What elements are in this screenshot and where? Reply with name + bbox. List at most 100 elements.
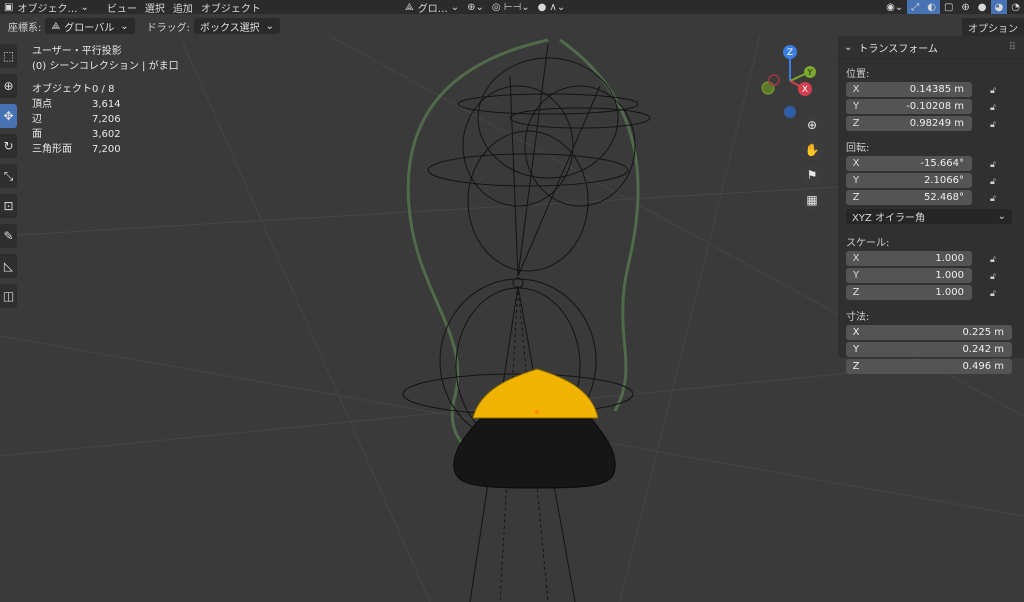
chevron-down-icon: ⌄ [844,41,853,53]
axis-label: Y [852,270,860,281]
lock-icon[interactable]: 🔓︎ [990,86,1000,96]
grid-ortho-icon[interactable]: ▦ [801,189,823,211]
axis-label: X [852,327,860,338]
orientation-gizmo[interactable]: Z Y X [752,44,822,124]
stat-key: 頂点 [32,99,52,110]
header-bar: ▣ オブジェク… ⌄ ビュー 選択 追加 オブジェクト ⟁ グロ… ⌄ ⊕⌄ ◎… [0,0,1024,15]
purse-object[interactable] [453,368,616,489]
gizmo-y-label: Y [807,68,813,77]
lock-icon[interactable]: 🔓︎ [990,120,1000,130]
hand-pan-icon[interactable]: ✋ [801,139,823,161]
add-cube-icon[interactable]: ◫ [0,284,17,308]
lock-icon[interactable]: 🔓︎ [990,160,1000,170]
lock-icon[interactable]: 🔓︎ [990,272,1000,282]
stat-key: 面 [32,129,42,140]
field-value: 1.000 [935,270,964,281]
coord-label: 座標系: [8,22,42,34]
rotation-mode-value: XYZ オイラー角 [852,213,925,224]
object-mode-icon: ▣ [4,1,14,13]
location-x-field[interactable]: X 0.14385 m [846,82,972,97]
rotation-mode-dropdown[interactable]: XYZ オイラー角 ⌄ [846,209,1012,224]
stat-key: オブジェクト [32,84,92,95]
pivot-icon[interactable]: ⊕⌄ [463,0,488,14]
stat-value: 7,206 [92,114,121,125]
drag-handle-icon[interactable]: ⠿ [1009,42,1016,53]
axis-label: Z [852,192,860,203]
chevron-down-icon: ⌄ [120,20,129,32]
overlay-toggle-icon[interactable]: ◐ [923,0,940,14]
scale-y-field[interactable]: Y 1.000 [846,268,972,283]
stat-row: 三角形面 7,200 [32,142,179,157]
menu-view[interactable]: ビュー [103,0,141,15]
location-label: 位置: [846,69,870,80]
stat-value: 7,200 [92,144,121,155]
transform-orientation-dropdown[interactable]: ⟁ グロ… ⌄ [401,0,463,15]
field-value: 0.98249 m [909,118,964,129]
camera-icon[interactable]: ⚑ [801,164,823,186]
drag-dropdown[interactable]: ボックス選択 ⌄ [193,18,281,34]
axis-label: Y [852,101,860,112]
scale-icon[interactable]: ⤡ [0,164,17,188]
dimension-y-field[interactable]: Y 0.242 m [846,342,1012,357]
cursor-icon[interactable]: ⊕ [0,74,17,98]
shading-wireframe-icon[interactable]: ⊕ [957,0,973,14]
shading-render-icon[interactable]: ◔ [1007,0,1024,14]
stat-row: 辺 7,206 [32,112,179,127]
menu-label: ビュー [106,3,137,15]
dimension-x-field[interactable]: X 0.225 m [846,325,1012,340]
panel-title: トランスフォーム [858,43,938,55]
rotation-x-field[interactable]: X -15.664° [846,156,972,171]
options-button[interactable]: オプション [962,18,1024,37]
field-value: -15.664° [920,158,964,169]
snap-icon[interactable]: ◎ ⊢⊣⌄ [488,0,534,14]
transform-icon[interactable]: ⊡ [0,194,17,218]
coord-value: グローバル [64,22,115,34]
location-y-field[interactable]: Y -0.10208 m [846,99,972,114]
axis-label: Y [852,344,860,355]
location-z-field[interactable]: Z 0.98249 m [846,116,972,131]
tool-shelf: ⬚ ⊕ ✥ ↻ ⤡ ⊡ ✎ ◺ ◫ [0,44,17,314]
stat-key: 辺 [32,114,42,125]
scale-z-field[interactable]: Z 1.000 [846,285,972,300]
rotation-y-field[interactable]: Y 2.1066° [846,173,972,188]
dimension-z-field[interactable]: Z 0.496 m [846,359,1012,374]
menu-select[interactable]: 選択 [141,0,169,15]
annotate-icon[interactable]: ✎ [0,224,17,248]
stat-value: 3,602 [92,129,121,140]
gizmo-toggle-icon[interactable]: ⤢ [907,0,924,14]
lock-icon[interactable]: 🔓︎ [990,177,1000,187]
menu-label: 選択 [144,3,165,15]
mode-dropdown[interactable]: ▣ オブジェク… ⌄ [0,0,93,15]
chevron-down-icon: ⌄ [450,1,460,13]
lock-icon[interactable]: 🔓︎ [990,194,1000,204]
rotate-icon[interactable]: ↻ [0,134,17,158]
stat-row: 面 3,602 [32,127,179,142]
select-box-icon[interactable]: ⬚ [0,44,17,68]
lock-icon[interactable]: 🔓︎ [990,255,1000,265]
proportional-edit-icon[interactable]: ● ∧⌄ [534,0,570,14]
drag-label: ドラッグ: [146,22,190,34]
orientation-icon: ⟁ [404,1,414,13]
scale-x-field[interactable]: X 1.000 [846,251,972,266]
xray-icon[interactable]: ▢ [940,0,957,14]
lock-icon[interactable]: 🔓︎ [990,289,1000,299]
coord-dropdown[interactable]: ⟁ グローバル ⌄ [45,18,135,34]
axis-label: X [852,253,860,264]
menu-add[interactable]: 追加 [169,0,197,15]
field-value: 0.242 m [962,344,1004,355]
move-icon[interactable]: ✥ [0,104,17,128]
zoom-icon[interactable]: ⊕ [801,114,823,136]
menu-object[interactable]: オブジェクト [197,0,265,15]
visibility-icon[interactable]: ◉⌄ [882,0,907,14]
lock-icon[interactable]: 🔓︎ [990,103,1000,113]
axis-label: X [852,158,860,169]
view-name: ユーザー・平行投影 [32,46,122,57]
measure-icon[interactable]: ◺ [0,254,17,278]
rotation-z-field[interactable]: Z 52.468° [846,190,972,205]
orientation-label: グロ… [417,3,448,15]
axis-label: Z [852,361,860,372]
panel-header[interactable]: ⌄ トランスフォーム ⠿ [838,36,1024,59]
field-value: 0.14385 m [909,84,964,95]
shading-solid-icon[interactable]: ● [974,0,991,14]
shading-material-icon[interactable]: ◕ [990,0,1008,14]
